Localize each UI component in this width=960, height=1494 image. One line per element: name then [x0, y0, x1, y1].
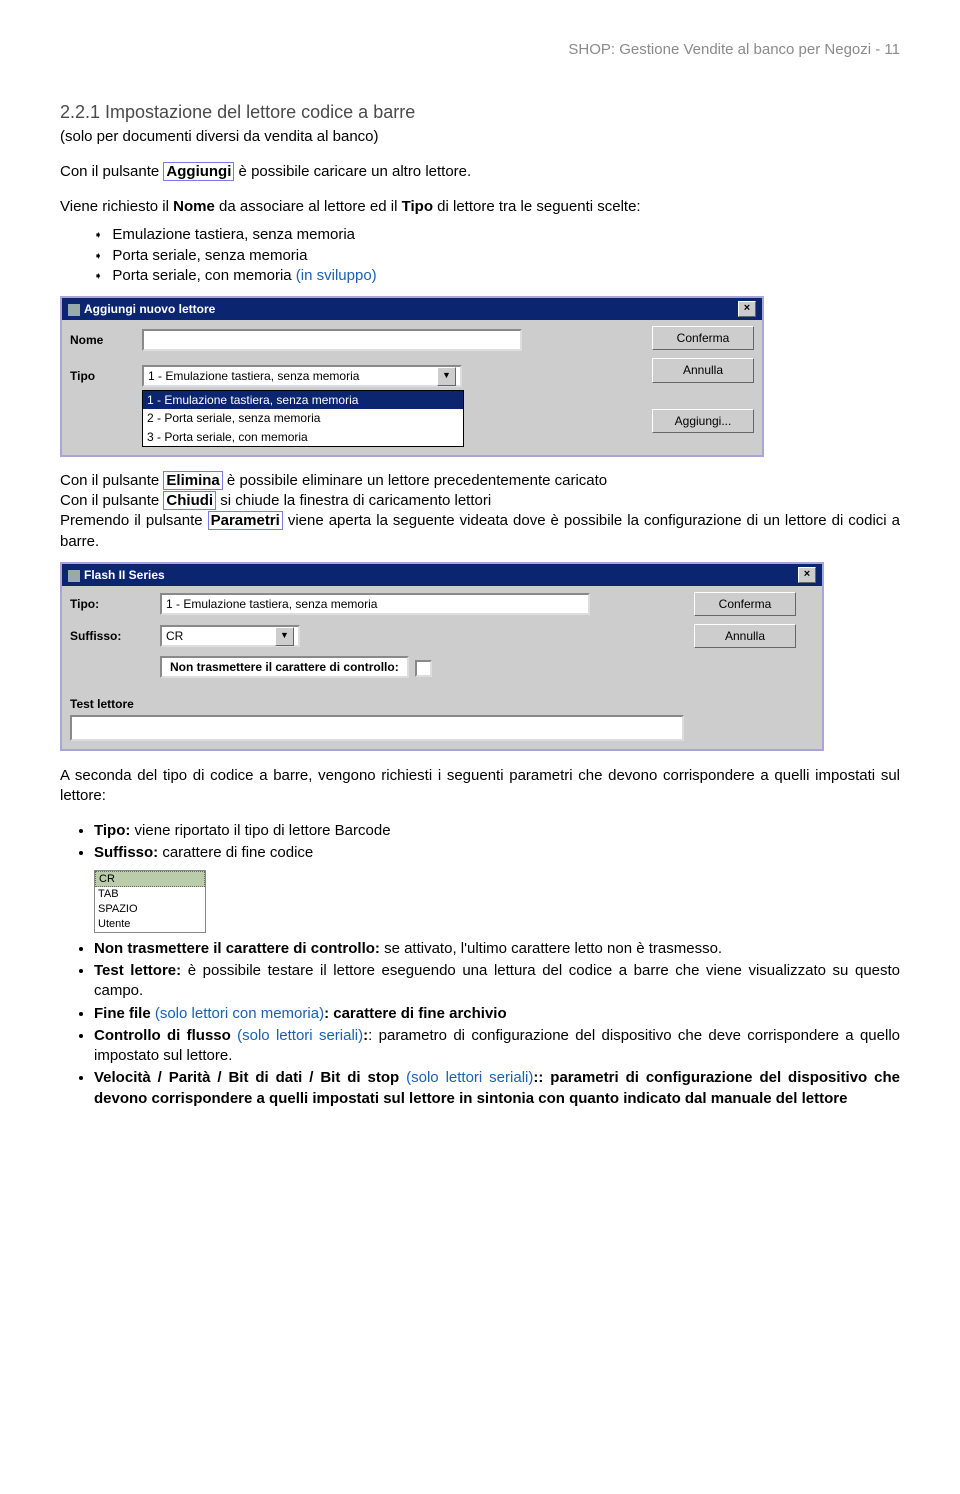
text: Premendo il pulsante	[60, 512, 208, 529]
combo-value: CR	[166, 628, 183, 644]
dropdown-option[interactable]: 1 - Emulazione tastiera, senza memoria	[143, 391, 463, 409]
text: Con il pulsante	[60, 492, 163, 509]
suffisso-combobox[interactable]: CR ▼	[160, 625, 300, 647]
text: Con il pulsante	[60, 163, 163, 180]
para-nome-tipo: Viene richiesto il Nome da associare al …	[60, 197, 900, 217]
nome-input[interactable]	[142, 329, 522, 351]
para-chiudi: Con il pulsante Chiudi si chiude la fine…	[60, 491, 900, 511]
close-icon[interactable]: ×	[798, 567, 816, 583]
text: è possibile eliminare un lettore precede…	[223, 472, 607, 489]
text: se attivato, l'ultimo carattere letto no…	[380, 940, 722, 957]
text-bold: Controllo di flusso	[94, 1027, 237, 1044]
list-option[interactable]: SPAZIO	[95, 902, 205, 917]
text-bold: Nome	[173, 198, 215, 215]
conferma-button[interactable]: Conferma	[652, 326, 754, 350]
dev-note: (in sviluppo)	[296, 267, 377, 284]
text-bold: Suffisso:	[94, 844, 158, 861]
annulla-button[interactable]: Annulla	[694, 624, 796, 648]
text-bold: Test lettore:	[94, 962, 181, 979]
parametri-button-ref: Parametri	[208, 511, 283, 530]
label-test-lettore: Test lettore	[70, 697, 134, 711]
no-transmit-checkbox[interactable]	[415, 660, 432, 677]
annulla-button[interactable]: Annulla	[652, 358, 754, 382]
chiudi-button-ref: Chiudi	[163, 491, 216, 510]
dialog-titlebar: Flash II Series ×	[62, 564, 822, 586]
para-aggiungi: Con il pulsante Aggiungi è possibile car…	[60, 162, 900, 182]
checkbox-label-box: Non trasmettere il carattere di controll…	[160, 656, 409, 678]
label-tipo: Tipo:	[70, 596, 150, 612]
para-elimina: Con il pulsante Elimina è possibile elim…	[60, 471, 900, 491]
label-nome: Nome	[70, 332, 142, 348]
text: Porta seriale, con memoria	[112, 267, 295, 284]
list-item: Non trasmettere il carattere di controll…	[94, 939, 900, 959]
app-icon	[68, 304, 80, 316]
para-following-params: A seconda del tipo di codice a barre, ve…	[60, 766, 900, 807]
text: viene riportato il tipo di lettore Barco…	[130, 822, 390, 839]
list-item: Velocità / Parità / Bit di dati / Bit di…	[94, 1068, 900, 1109]
page-header: SHOP: Gestione Vendite al banco per Nego…	[60, 40, 900, 60]
test-lettore-input[interactable]	[70, 715, 684, 741]
text: di lettore tra le seguenti scelte:	[433, 198, 641, 215]
note: (solo lettori con memoria)	[155, 1005, 324, 1022]
note: (solo lettori seriali)	[237, 1027, 363, 1044]
section-title: 2.2.1 Impostazione del lettore codice a …	[60, 100, 900, 124]
list-item: Tipo: viene riportato il tipo di lettore…	[94, 821, 900, 841]
dropdown-option[interactable]: 2 - Porta seriale, senza memoria	[143, 409, 463, 427]
conferma-button[interactable]: Conferma	[694, 592, 796, 616]
para-parametri: Premendo il pulsante Parametri viene ape…	[60, 511, 900, 552]
app-icon	[68, 570, 80, 582]
text-bold: : carattere di fine archivio	[324, 1005, 507, 1022]
close-icon[interactable]: ×	[738, 301, 756, 317]
dialog-flash-series: Flash II Series × Tipo: 1 - Emulazione t…	[60, 562, 824, 751]
text: da associare al lettore ed il	[215, 198, 402, 215]
list-item: Fine file (solo lettori con memoria): ca…	[94, 1004, 900, 1024]
tipo-display[interactable]: 1 - Emulazione tastiera, senza memoria	[160, 593, 590, 615]
text: è possibile testare il lettore eseguendo…	[94, 962, 900, 999]
section-subtitle: (solo per documenti diversi da vendita a…	[60, 127, 900, 147]
tipo-dropdown-list: 1 - Emulazione tastiera, senza memoria 2…	[142, 390, 464, 447]
type-options-list: Emulazione tastiera, senza memoria Porta…	[60, 225, 900, 286]
label-tipo: Tipo	[70, 368, 142, 384]
params-list: Tipo: viene riportato il tipo di lettore…	[60, 821, 900, 864]
text: è possibile caricare un altro lettore.	[234, 163, 471, 180]
text: si chiude la finestra di caricamento let…	[216, 492, 491, 509]
elimina-button-ref: Elimina	[163, 471, 222, 490]
dialog-title: Flash II Series	[84, 568, 165, 582]
aggiungi-button-ref: Aggiungi	[163, 162, 234, 181]
list-option[interactable]: CR	[95, 871, 205, 888]
list-item: Porta seriale, senza memoria	[94, 246, 900, 266]
suffisso-options-list: CR TAB SPAZIO Utente	[94, 870, 206, 933]
list-item: Porta seriale, con memoria (in sviluppo)	[94, 266, 900, 286]
dialog-aggiungi-lettore: Aggiungi nuovo lettore × Nome Tipo 1 - E…	[60, 296, 764, 457]
list-option[interactable]: TAB	[95, 887, 205, 902]
text-bold: Fine file	[94, 1005, 155, 1022]
list-item: Suffisso: carattere di fine codice	[94, 843, 900, 863]
list-option[interactable]: Utente	[95, 917, 205, 932]
chevron-down-icon[interactable]: ▼	[275, 627, 294, 646]
label-suffisso: Suffisso:	[70, 628, 150, 644]
combo-value: 1 - Emulazione tastiera, senza memoria	[148, 368, 359, 384]
list-item: Emulazione tastiera, senza memoria	[94, 225, 900, 245]
text-bold: Non trasmettere il carattere di controll…	[94, 940, 380, 957]
dialog-title: Aggiungi nuovo lettore	[84, 302, 215, 316]
list-item: Test lettore: è possibile testare il let…	[94, 961, 900, 1002]
note: (solo lettori seriali)	[406, 1069, 533, 1086]
text-bold: Tipo	[402, 198, 433, 215]
chevron-down-icon[interactable]: ▼	[437, 367, 456, 386]
text: carattere di fine codice	[158, 844, 313, 861]
text: Viene richiesto il	[60, 198, 173, 215]
dropdown-option[interactable]: 3 - Porta seriale, con memoria	[143, 428, 463, 446]
aggiungi-button[interactable]: Aggiungi...	[652, 409, 754, 433]
list-item: Controllo di flusso (solo lettori serial…	[94, 1026, 900, 1067]
text-bold: Tipo:	[94, 822, 130, 839]
tipo-combobox[interactable]: 1 - Emulazione tastiera, senza memoria ▼	[142, 365, 462, 387]
text: Con il pulsante	[60, 472, 163, 489]
text-bold: Velocità / Parità / Bit di dati / Bit di…	[94, 1069, 406, 1086]
params-list-cont: Non trasmettere il carattere di controll…	[60, 939, 900, 1109]
dialog-titlebar: Aggiungi nuovo lettore ×	[62, 298, 762, 320]
